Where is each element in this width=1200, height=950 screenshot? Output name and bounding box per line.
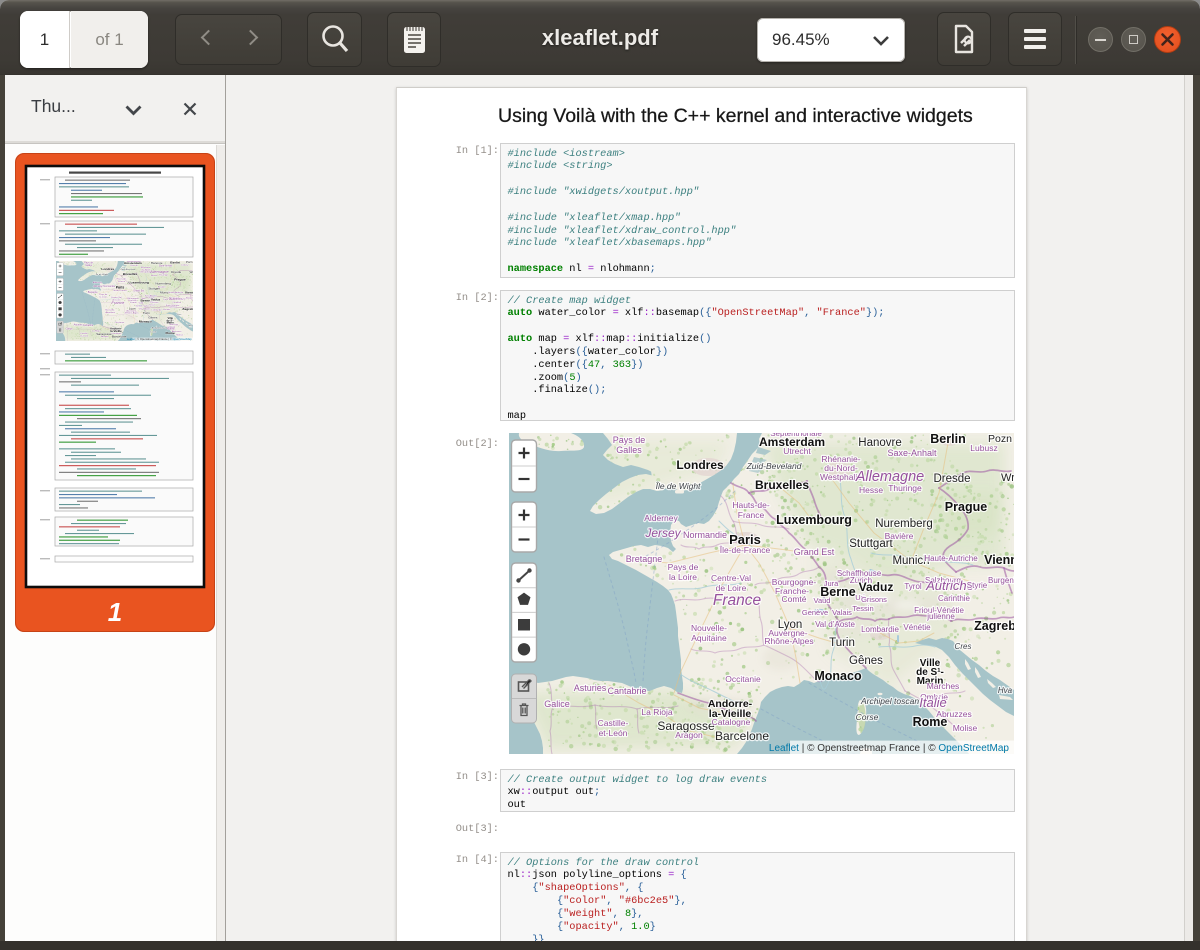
svg-text:1: 1 — [108, 597, 122, 627]
